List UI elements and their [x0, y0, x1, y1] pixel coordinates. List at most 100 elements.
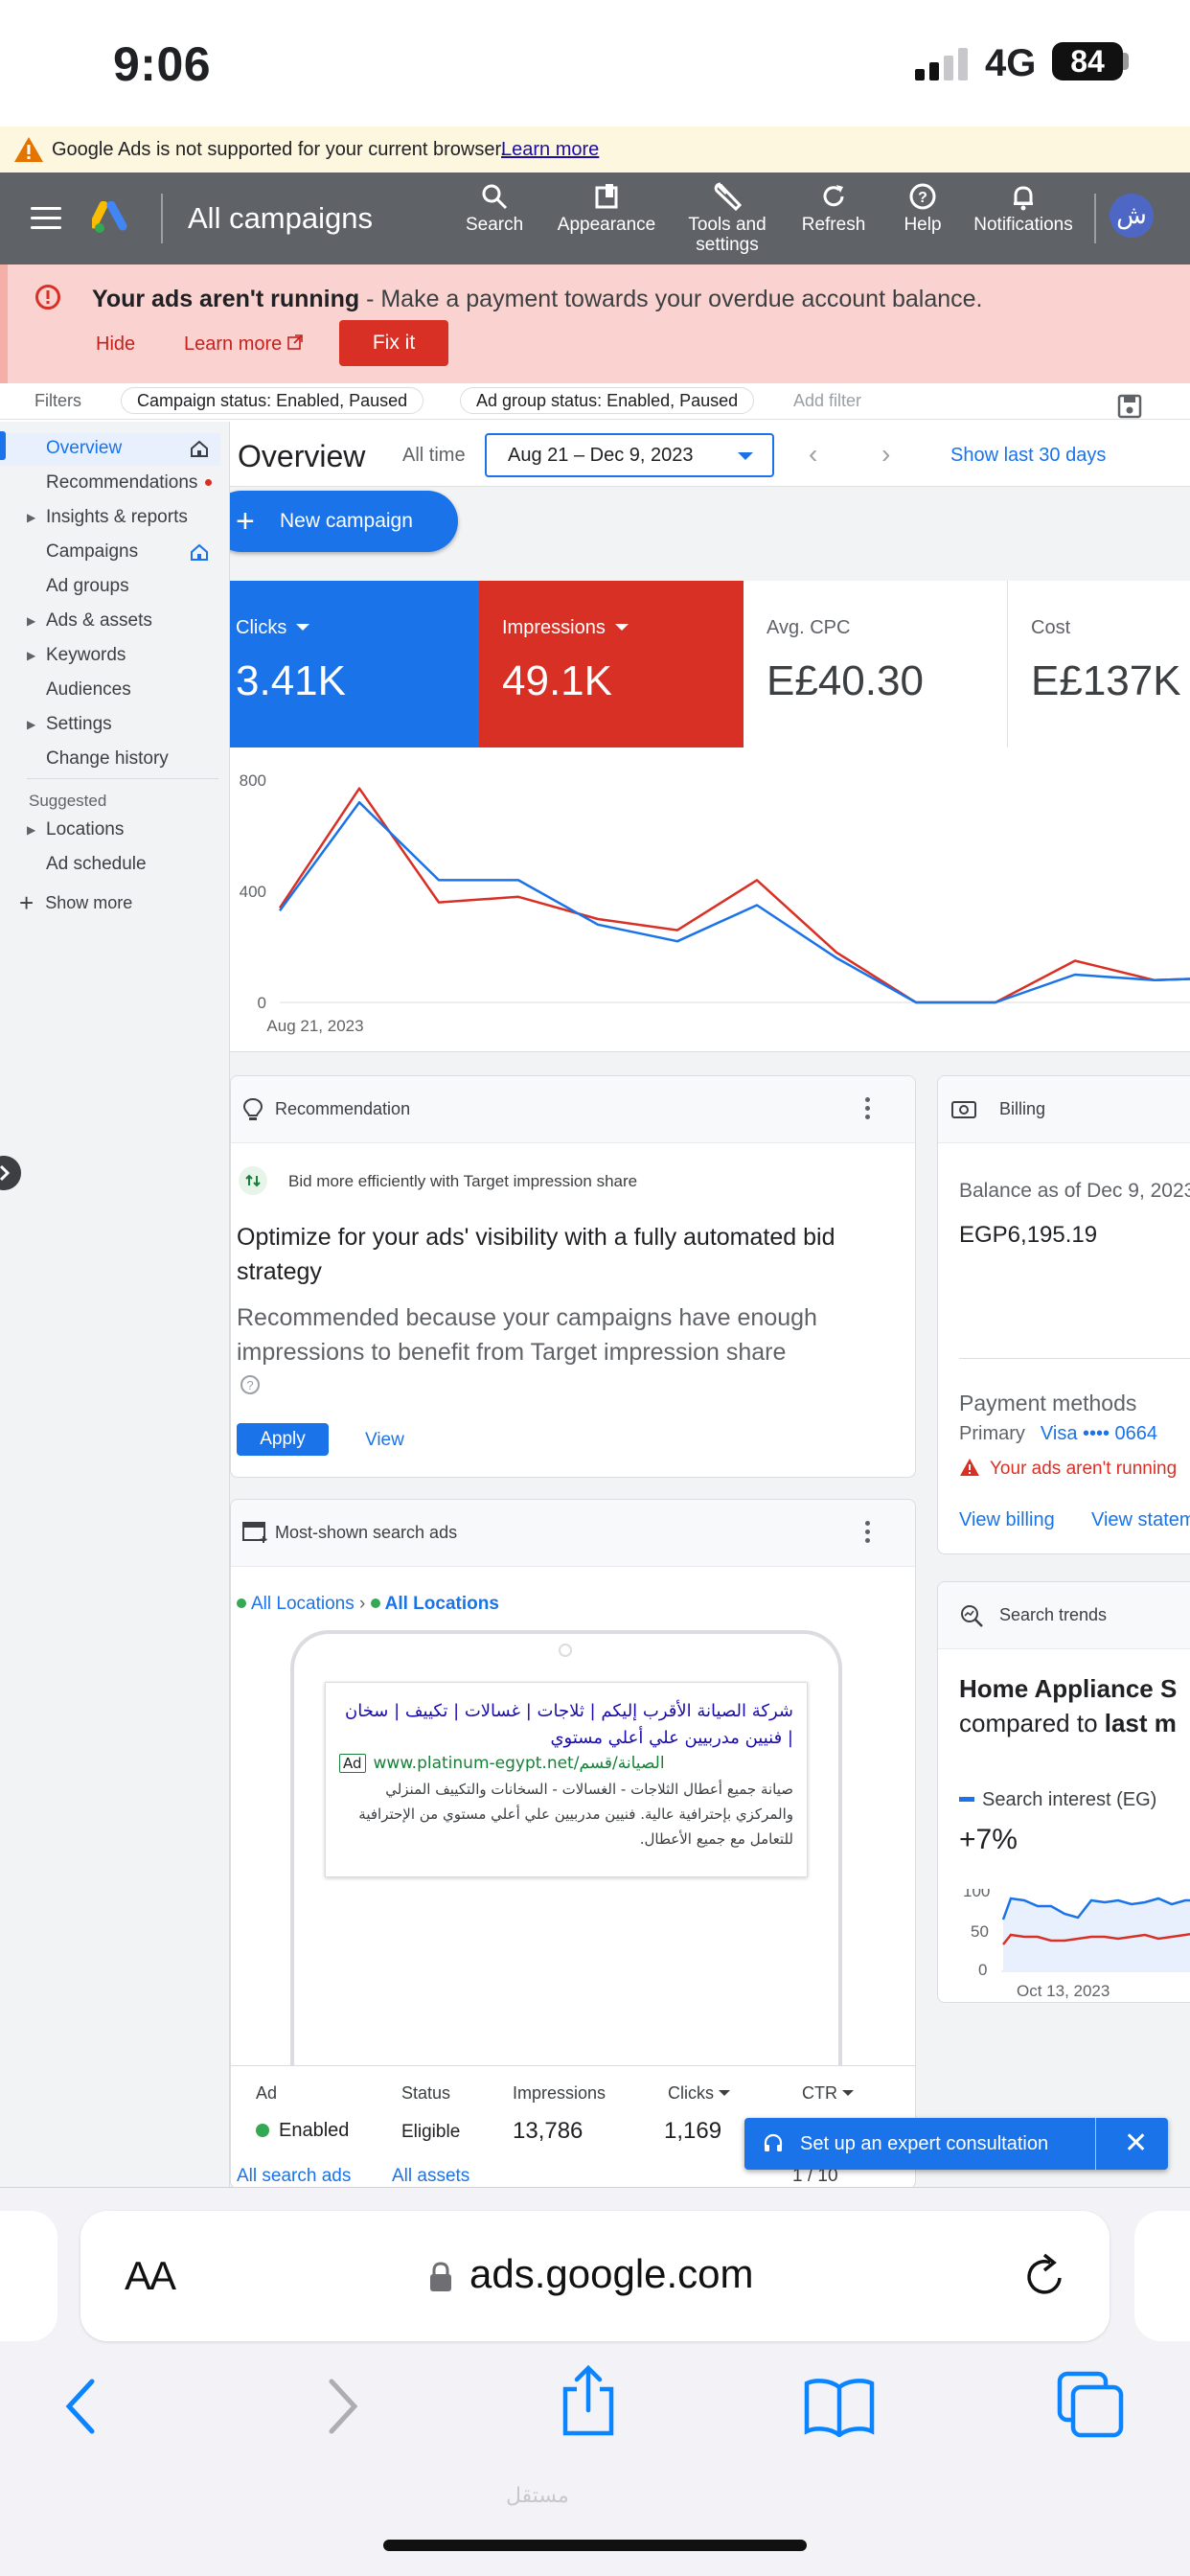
metric-label-text: Clicks — [236, 617, 287, 638]
sort-icon — [719, 2090, 731, 2096]
more-options-icon[interactable] — [865, 1097, 871, 1123]
fix-it-button[interactable]: Fix it — [339, 320, 448, 366]
location-link-2[interactable]: All Locations — [385, 1594, 499, 1614]
refresh-button[interactable]: Refresh — [795, 182, 872, 235]
legend-swatch — [959, 1797, 974, 1802]
plus-icon: + — [236, 503, 255, 540]
all-assets-link[interactable]: All assets — [392, 2166, 469, 2187]
previous-period-button[interactable]: ‹ — [809, 441, 817, 468]
bookmarks-icon[interactable] — [803, 2376, 876, 2437]
search-ads-card: Most-shown search ads All Locations › Al… — [230, 1499, 916, 2187]
alert-title-text: Your ads aren't running — [92, 286, 360, 312]
sidebar-item-recommendations[interactable]: Recommendations — [0, 466, 230, 500]
forward-icon[interactable] — [320, 2376, 362, 2437]
trend-legend-text: Search interest (EG) — [982, 1789, 1157, 1810]
sidebar-divider — [27, 778, 218, 779]
sidebar-item-label: Insights & reports — [46, 507, 188, 527]
alert-hide-button[interactable]: Hide — [96, 334, 135, 356]
tools-settings-button[interactable]: Tools and settings — [676, 182, 778, 255]
filters-bar: Filters Campaign status: Enabled, Paused… — [0, 383, 1190, 420]
network-type: 4G — [985, 42, 1037, 84]
table-header-clicks[interactable]: Clicks — [668, 2083, 731, 2104]
appearance-tool-button[interactable]: Appearance — [554, 182, 659, 235]
view-billing-link[interactable]: View billing — [959, 1509, 1055, 1531]
location-link-1[interactable]: All Locations — [251, 1594, 355, 1614]
share-icon[interactable] — [558, 2364, 619, 2437]
metric-value: 49.1K — [502, 657, 612, 704]
recommendation-subtitle: Bid more efficiently with Target impress… — [288, 1172, 638, 1190]
new-campaign-button[interactable]: + New campaign — [230, 491, 458, 552]
next-tab-preview[interactable] — [1134, 2211, 1190, 2341]
next-period-button[interactable]: › — [881, 441, 890, 468]
ad-preview[interactable]: شركة الصيانة الأقرب إليكم | ثلاجات | غسا… — [325, 1682, 808, 1877]
recommendation-card: Recommendation Bid more efficiently with… — [230, 1075, 916, 1478]
view-recommendation-link[interactable]: View — [365, 1430, 404, 1451]
all-time-label: All time — [402, 445, 466, 466]
save-filter-icon[interactable] — [1116, 393, 1143, 420]
expert-consultation-toast[interactable]: Set up an expert consultation ✕ — [744, 2118, 1168, 2170]
menu-icon[interactable] — [31, 207, 61, 230]
tabs-icon[interactable] — [1056, 2370, 1125, 2439]
metric-clicks[interactable]: Clicks 3.41K — [230, 581, 479, 748]
avatar[interactable]: ش — [1110, 194, 1154, 238]
sidebar-item-locations[interactable]: ▶ Locations — [0, 813, 230, 847]
sidebar-item-audiences[interactable]: Audiences — [0, 673, 230, 707]
metric-value: E£40.30 — [767, 657, 924, 704]
metric-label: Impressions — [502, 617, 629, 639]
clicks-cell: 1,169 — [664, 2118, 722, 2144]
help-button[interactable]: ? Help — [896, 182, 950, 235]
add-filter-button[interactable]: Add filter — [793, 391, 861, 411]
metric-impressions[interactable]: Impressions 49.1K — [479, 581, 744, 748]
help-icon: ? — [909, 183, 936, 210]
apply-button[interactable]: Apply — [237, 1423, 329, 1456]
sidebar-item-insights[interactable]: ▶ Insights & reports — [0, 500, 230, 535]
ad-display-url-row: Ad www.platinum-egypt.net/الصيانة/قسم — [339, 1754, 793, 1773]
reload-icon[interactable] — [1021, 2249, 1069, 2303]
trend-area — [1003, 1898, 1190, 1971]
balance-value: EGP6,195.19 — [959, 1222, 1098, 1248]
ad-headline: شركة الصيانة الأقرب إليكم | ثلاجات | غسا… — [344, 1701, 793, 1748]
sidebar-item-ad-groups[interactable]: Ad groups — [0, 569, 230, 604]
date-range-picker[interactable]: Aug 21 – Dec 9, 2023 — [485, 433, 774, 477]
previous-tab-preview[interactable] — [0, 2211, 57, 2341]
metric-avg-cpc[interactable]: Avg. CPC E£40.30 — [744, 581, 1008, 748]
sidebar-item-ads-assets[interactable]: ▶ Ads & assets — [0, 604, 230, 638]
sidebar-item-change-history[interactable]: Change history — [0, 742, 230, 776]
browser-warning-learn-more-link[interactable]: Learn more — [501, 139, 599, 161]
payment-alert-banner: Your ads aren't running - Make a payment… — [0, 264, 1190, 383]
table-header-ctr[interactable]: CTR — [802, 2083, 855, 2104]
metric-cost[interactable]: Cost E£137K — [1008, 581, 1190, 748]
show-last-30-days-link[interactable]: Show last 30 days — [950, 445, 1106, 467]
sidebar-item-keywords[interactable]: ▶ Keywords — [0, 638, 230, 673]
sidebar-item-campaigns[interactable]: Campaigns — [0, 535, 230, 569]
trend-change: +7% — [959, 1824, 1018, 1855]
sidebar-item-ad-schedule[interactable]: Ad schedule — [0, 847, 230, 882]
more-options-icon[interactable] — [865, 1521, 871, 1547]
table-header-clicks-label: Clicks — [668, 2083, 714, 2103]
visa-card-link[interactable]: Visa •••• 0664 — [1041, 1423, 1157, 1444]
show-more-button[interactable]: + Show more — [19, 888, 132, 918]
help-icon[interactable]: ? — [240, 1375, 260, 1394]
all-search-ads-link[interactable]: All search ads — [237, 2166, 351, 2187]
sidebar-item-settings[interactable]: ▶ Settings — [0, 707, 230, 742]
reader-text-size-button[interactable]: AA — [125, 2253, 176, 2299]
filter-chip-ad-group-status[interactable]: Ad group status: Enabled, Paused — [460, 387, 755, 414]
trend-headline: Home Appliance S — [959, 1674, 1178, 1703]
search-tool-button[interactable]: Search — [466, 182, 523, 235]
url-text[interactable]: ads.google.com — [469, 2251, 754, 2297]
error-icon — [35, 285, 60, 310]
filter-chip-campaign-status[interactable]: Campaign status: Enabled, Paused — [121, 387, 424, 414]
alert-learn-more-link[interactable]: Learn more — [184, 334, 303, 356]
address-bar[interactable]: AA ads.google.com — [80, 2211, 1110, 2341]
sidebar-item-overview[interactable]: Overview — [0, 431, 230, 466]
ios-status-bar: 9:06 4G 84 — [0, 0, 1190, 126]
back-icon[interactable] — [61, 2376, 103, 2437]
close-icon[interactable]: ✕ — [1124, 2118, 1148, 2170]
trend-ytick-100: 100 — [963, 1889, 990, 1900]
header-divider — [161, 194, 163, 243]
view-statements-link[interactable]: View statements — [1091, 1509, 1190, 1531]
notifications-button[interactable]: Notifications — [968, 182, 1079, 235]
ad-preview-icon — [242, 1522, 267, 1543]
billing-divider — [959, 1358, 1190, 1359]
home-indicator — [383, 2540, 807, 2551]
